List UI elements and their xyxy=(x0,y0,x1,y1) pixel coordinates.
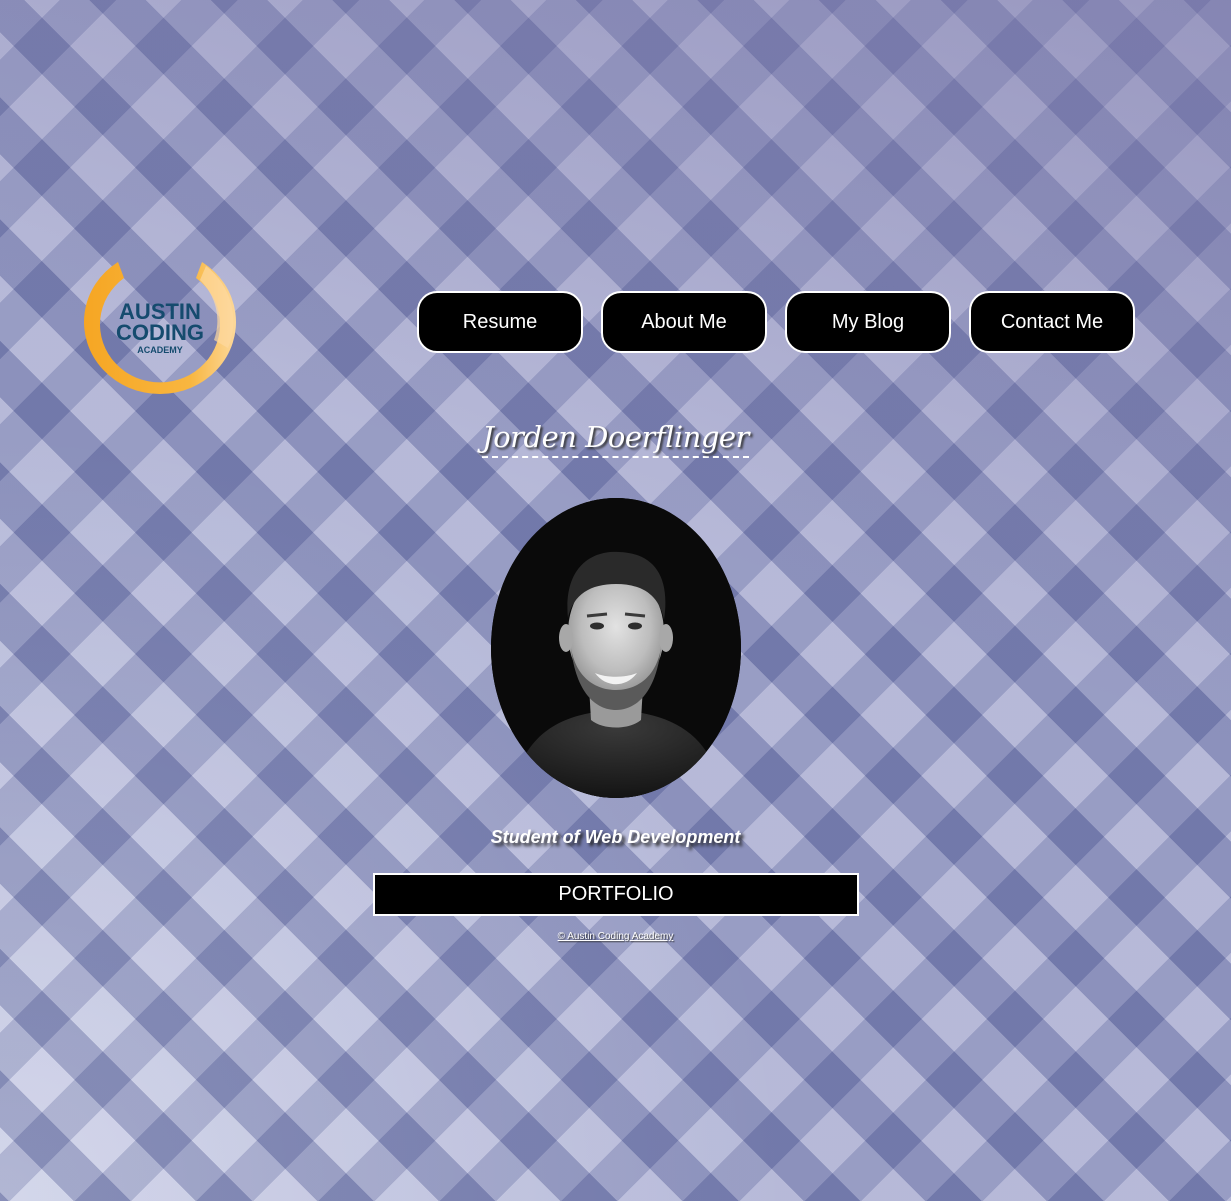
logo-line-3: ACADEMY xyxy=(137,345,183,355)
copyright-link[interactable]: © Austin Coding Academy xyxy=(558,931,674,942)
nav-resume-button[interactable]: Resume xyxy=(417,291,583,353)
nav-contact-me-button[interactable]: Contact Me xyxy=(969,291,1135,353)
nav-about-me-button[interactable]: About Me xyxy=(601,291,767,353)
profile-name-text: Jorden Doerflinger xyxy=(482,420,749,458)
profile-subtitle: Student of Web Development xyxy=(490,827,741,847)
nav-my-blog-button[interactable]: My Blog xyxy=(785,291,951,353)
profile-photo xyxy=(491,498,741,798)
main-nav: Resume About Me My Blog Contact Me xyxy=(417,291,1135,353)
profile-name-heading: Jorden Doerflinger xyxy=(0,420,1231,458)
footer: © Austin Coding Academy xyxy=(0,931,1231,942)
portfolio-button[interactable]: PORTFOLIO xyxy=(373,873,859,916)
logo-line-2: CODING xyxy=(116,320,204,345)
austin-coding-academy-logo[interactable]: AUSTIN CODING ACADEMY xyxy=(78,256,242,402)
